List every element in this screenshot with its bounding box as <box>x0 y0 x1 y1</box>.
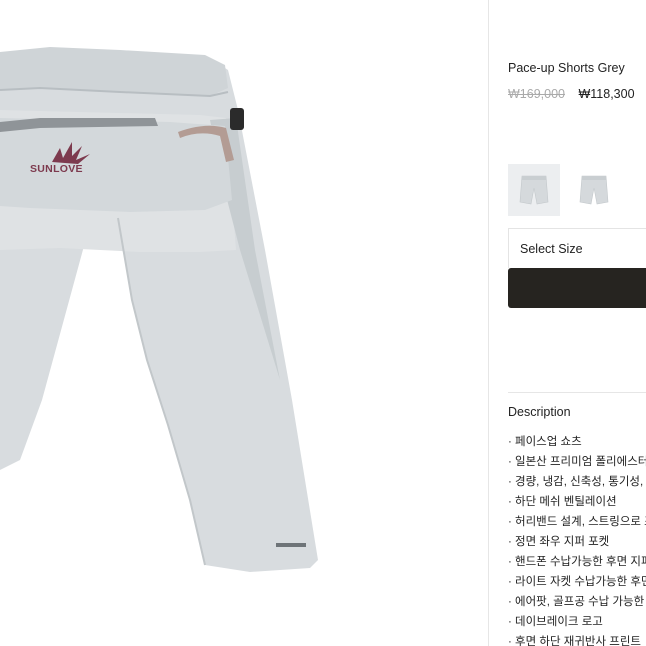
thumbnail-front-view[interactable] <box>568 164 620 216</box>
list-item: · 허리밴드 설계, 스트링으로 조절 <box>508 516 646 528</box>
shorts-thumbnail-icon <box>519 175 549 205</box>
list-item: · 일본산 프리미엄 폴리에스터 <box>508 456 646 468</box>
list-item: · 경량, 냉감, 신축성, 통기성, 속건 <box>508 476 646 488</box>
thumbnail-list <box>508 164 620 216</box>
list-item: · 하단 메쉬 벤틸레이션 <box>508 496 617 508</box>
product-image-gallery[interactable]: SUNLOVE <box>0 0 488 646</box>
list-item: · 페이스업 쇼츠 <box>508 436 582 448</box>
list-item: · 후면 하단 재귀반사 프린트 <box>508 636 641 646</box>
thumbnail-back-view[interactable] <box>508 164 560 216</box>
list-item: · 에어팟, 골프공 수납 가능한 포켓 <box>508 596 646 608</box>
size-select-label: Select Size <box>520 241 583 256</box>
size-select-dropdown[interactable]: Select Size <box>508 228 646 268</box>
original-price: ₩169,000 <box>508 87 565 101</box>
list-item: · 핸드폰 수납가능한 후면 지퍼 포켓 <box>508 556 646 568</box>
brand-logo-text: SUNLOVE <box>30 163 83 175</box>
sale-price: ₩118,300 <box>578 87 635 101</box>
list-item: · 라이트 자켓 수납가능한 후면 포켓 <box>508 576 646 588</box>
shorts-back-image <box>0 47 318 572</box>
product-title: Pace-up Shorts Grey <box>508 61 625 75</box>
price-row: ₩169,000 ₩118,300 <box>508 87 635 101</box>
description-heading: Description <box>508 405 571 419</box>
buy-button[interactable] <box>508 268 646 308</box>
product-detail-panel: Pace-up Shorts Grey ₩169,000 ₩118,300 Se… <box>489 0 646 646</box>
description-list: · 페이스업 쇼츠 · 일본산 프리미엄 폴리에스터 · 경량, 냉감, 신축성… <box>508 432 646 646</box>
list-item: · 데이브레이크 로고 <box>508 616 603 628</box>
section-divider <box>508 392 646 393</box>
list-item: · 정면 좌우 지퍼 포켓 <box>508 536 610 548</box>
shorts-thumbnail-icon <box>579 175 609 205</box>
